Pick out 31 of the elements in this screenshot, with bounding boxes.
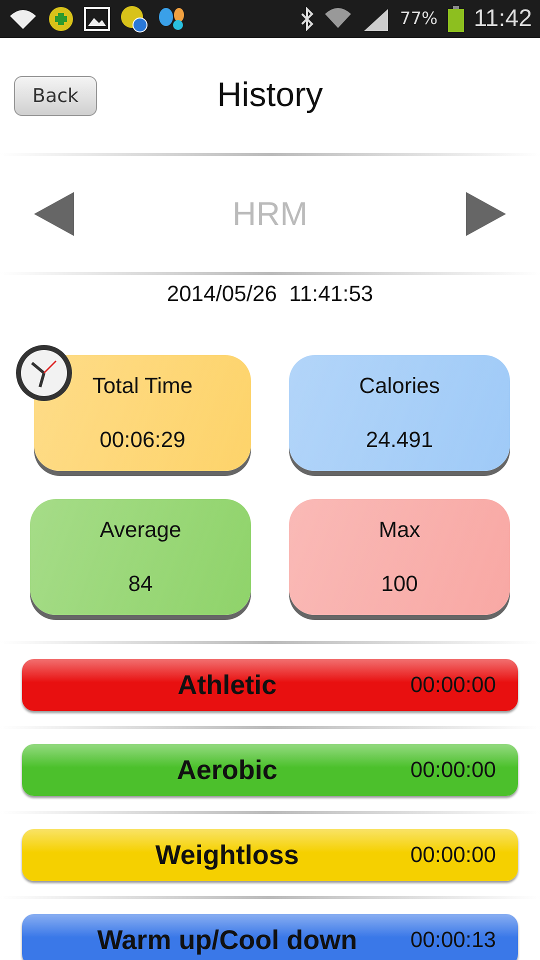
- clock-time: 11:42: [474, 5, 532, 33]
- zone-time: 00:00:00: [410, 757, 496, 783]
- next-arrow-icon[interactable]: [466, 192, 506, 236]
- mode-label: HRM: [232, 195, 308, 233]
- stat-label: Total Time: [92, 373, 193, 399]
- zone-name: Athletic: [176, 670, 278, 700]
- battery-icon: [448, 6, 464, 32]
- stat-value: 84: [128, 571, 153, 597]
- stat-value: 24.491: [366, 427, 434, 453]
- zone-time: 00:00:00: [410, 672, 496, 698]
- image-icon: [84, 7, 110, 31]
- stat-value: 100: [381, 571, 418, 597]
- back-button[interactable]: Back: [14, 76, 97, 116]
- stat-label: Calories: [359, 373, 440, 399]
- zone-name: Warm up/Cool down: [96, 924, 358, 956]
- plus-app-icon: [48, 6, 74, 32]
- zone-time: 00:00:13: [410, 927, 496, 953]
- previous-arrow-icon[interactable]: [34, 192, 74, 236]
- bluetooth-icon: [300, 7, 314, 31]
- battery-percent: 77%: [400, 9, 438, 29]
- stat-value: 00:06:29: [100, 427, 186, 453]
- session-date: 2014/05/26 11:41:53: [166, 281, 374, 307]
- zone-name: Aerobic: [176, 754, 278, 786]
- plus-sync-icon: [120, 5, 148, 33]
- stat-label: Max: [378, 517, 420, 543]
- zone-name: Weightloss: [154, 840, 300, 870]
- clock-icon: [14, 343, 74, 403]
- signal-icon: [362, 7, 390, 31]
- zone-time: 00:00:00: [410, 842, 496, 868]
- page-title: History: [216, 76, 324, 115]
- stat-label: Average: [100, 517, 182, 543]
